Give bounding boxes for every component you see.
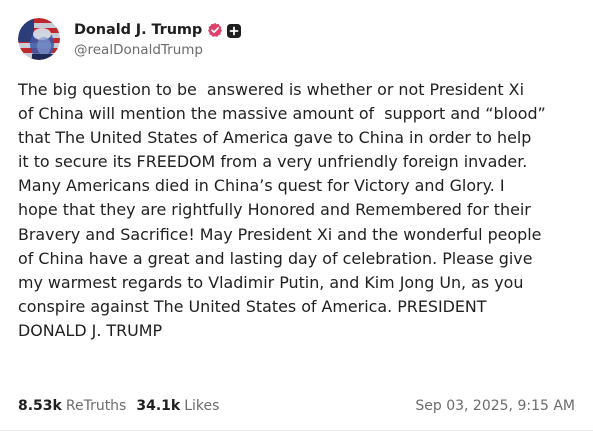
verified-check-icon xyxy=(207,22,223,38)
author-names: Donald J. Trump @realDonaldTrump xyxy=(74,20,242,58)
name-row: Donald J. Trump xyxy=(74,20,242,40)
author-handle[interactable]: @realDonaldTrump xyxy=(74,42,241,58)
post-body-line: it to secure its FREEDOM from a very unf… xyxy=(18,152,528,172)
likes-stat[interactable]: 34.1k Likes xyxy=(136,398,219,414)
likes-count: 34.1k xyxy=(136,398,181,414)
post-timestamp[interactable]: Sep 03, 2025, 9:15 AM xyxy=(415,398,575,414)
post-body-line: Many Americans died in China’s quest for… xyxy=(18,176,505,196)
post-header: Donald J. Trump @realDonaldTrump xyxy=(18,18,242,60)
author-display-name[interactable]: Donald J. Trump xyxy=(74,22,202,38)
post-body-line: that The United States of America gave t… xyxy=(18,128,532,148)
post-footer: 8.53k ReTruths 34.1k Likes Sep 03, 2025, 9… xyxy=(18,398,575,414)
avatar[interactable] xyxy=(18,18,60,60)
truth-post: Donald J. Trump @realDonaldTrump The big… xyxy=(0,0,593,431)
post-body: The big question to be answered is wheth… xyxy=(18,78,584,343)
retruths-count: 8.53k xyxy=(18,398,62,414)
post-body-line: of China have a great and lasting day of… xyxy=(18,248,533,268)
post-body-line: conspire against The United States of Am… xyxy=(18,296,487,316)
avatar-image xyxy=(18,18,60,60)
post-body-line: DONALD J. TRUMP xyxy=(18,320,163,340)
post-body-line: hope that they are rightfully Honored an… xyxy=(18,200,531,220)
retruths-label: ReTruths xyxy=(65,398,127,414)
post-body-line: of China will mention the massive amount… xyxy=(18,104,546,124)
post-body-line: my warmest regards to Vladimir Putin, an… xyxy=(18,272,524,292)
post-body-line: The big question to be answered is wheth… xyxy=(18,80,524,99)
retruths-stat[interactable]: 8.53k ReTruths xyxy=(18,398,126,414)
plus-badge-icon xyxy=(227,23,242,38)
post-body-line: Bravery and Sacrifice! May President Xi … xyxy=(18,224,542,244)
likes-label: Likes xyxy=(184,398,220,414)
